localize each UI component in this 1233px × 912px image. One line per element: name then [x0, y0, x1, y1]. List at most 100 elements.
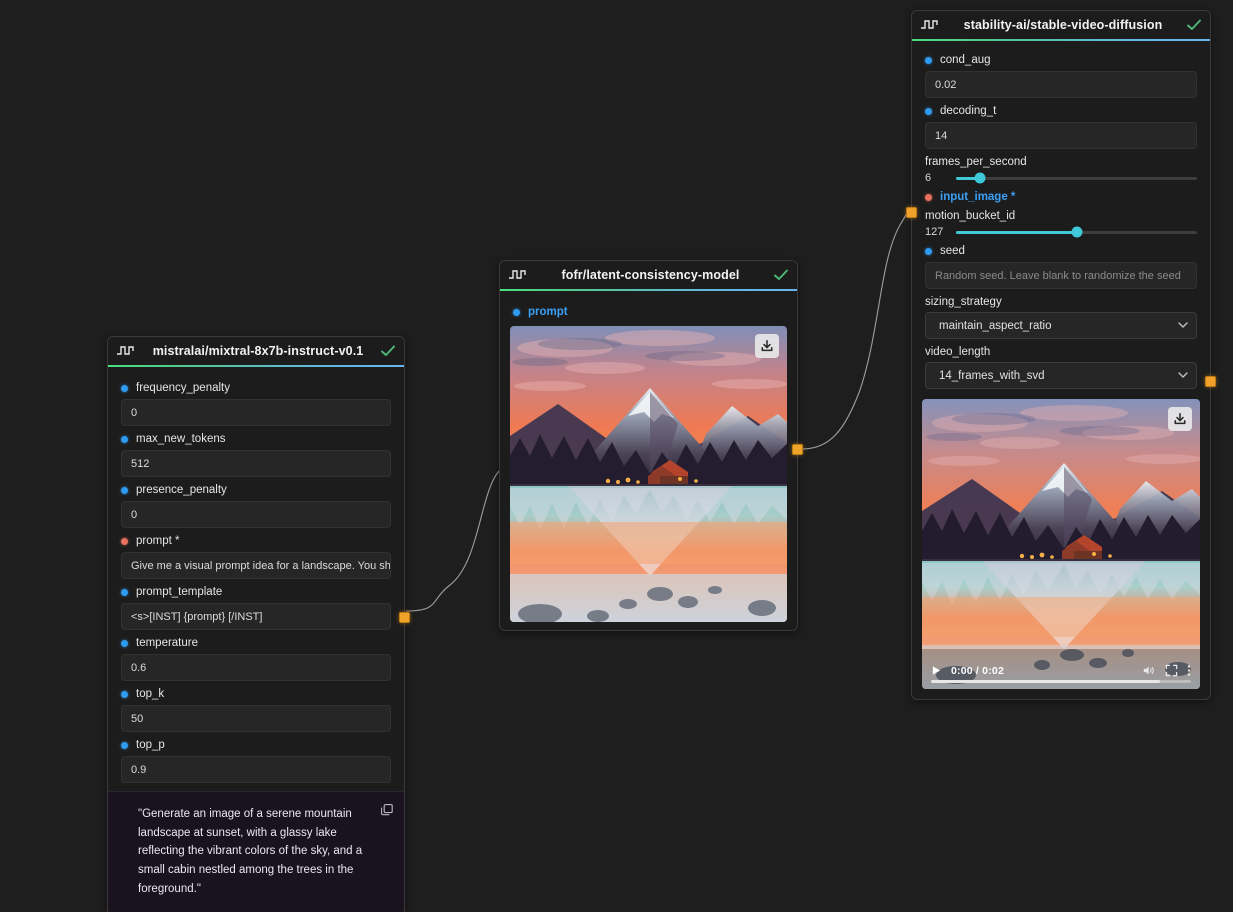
node-header-svd[interactable]: stability-ai/stable-video-diffusion [912, 11, 1210, 39]
node-title-mistralai: mistralai/mixtral-8x7b-instruct-v0.1 [152, 344, 364, 358]
video-progress-fill [931, 680, 1160, 683]
port-dot-icon[interactable] [121, 741, 128, 749]
port-dot-icon[interactable] [513, 308, 520, 316]
field-label-text: video_length [925, 346, 991, 358]
field-label: frequency_penalty [121, 382, 391, 394]
select-value: 14_frames_with_svd [939, 369, 1045, 382]
field-label-text: prompt [528, 306, 568, 318]
video-progress-bar[interactable] [931, 680, 1191, 683]
play-icon[interactable] [931, 665, 942, 676]
input-value: 0.6 [131, 661, 147, 674]
field-label: max_new_tokens [121, 433, 391, 445]
output-image-container[interactable] [510, 326, 787, 622]
port-dot-icon[interactable] [121, 486, 128, 494]
port-dot-icon[interactable] [121, 435, 128, 443]
field-label-text: frequency_penalty [136, 382, 230, 394]
port-dot-icon[interactable] [121, 639, 128, 647]
volume-icon[interactable] [1142, 664, 1156, 677]
field-label: prompt [513, 306, 784, 318]
node-title-latent: fofr/latent-consistency-model [561, 268, 740, 282]
input-value: 0.9 [131, 763, 147, 776]
port-dot-icon[interactable] [925, 56, 932, 64]
node-output-text: "Generate an image of a serene mountain … [108, 791, 404, 912]
field-top-p: top_p 0.9 [108, 739, 404, 783]
input-value: 0.02 [935, 78, 957, 91]
port-dot-icon[interactable] [925, 247, 932, 255]
field-label: top_k [121, 688, 391, 700]
input-placeholder: Random seed. Leave blank to randomize th… [935, 269, 1181, 282]
input-presence-penalty[interactable]: 0 [121, 501, 391, 528]
field-frequency-penalty: frequency_penalty 0 [108, 382, 404, 426]
field-presence-penalty: presence_penalty 0 [108, 484, 404, 528]
select-video-length[interactable]: 14_frames_with_svd [925, 362, 1197, 389]
slider-fill [956, 230, 1077, 234]
input-value: 14 [935, 129, 948, 142]
node-mistralai[interactable]: mistralai/mixtral-8x7b-instruct-v0.1 fre… [107, 336, 410, 912]
node-header-mistralai[interactable]: mistralai/mixtral-8x7b-instruct-v0.1 [108, 337, 404, 365]
slider-thumb[interactable] [1071, 226, 1082, 238]
input-value: 0 [131, 508, 138, 521]
output-port-mistralai[interactable] [399, 612, 410, 623]
port-dot-icon[interactable] [925, 193, 932, 201]
input-cond-aug[interactable]: 0.02 [925, 71, 1197, 98]
input-value: 0 [131, 406, 138, 419]
check-icon [773, 268, 789, 282]
input-port-svd-input-image[interactable] [906, 207, 917, 218]
field-label-text: seed [940, 245, 965, 257]
input-seed[interactable]: Random seed. Leave blank to randomize th… [925, 262, 1197, 289]
check-icon [1186, 18, 1202, 32]
copy-icon[interactable] [380, 803, 394, 817]
field-label: frames_per_second [925, 156, 1197, 168]
slider-frames-per-second[interactable]: 6 [925, 172, 1197, 184]
input-top-p[interactable]: 0.9 [121, 756, 391, 783]
input-frequency-penalty[interactable]: 0 [121, 399, 391, 426]
field-frames-per-second: frames_per_second 6 [912, 156, 1210, 184]
input-decoding-t[interactable]: 14 [925, 122, 1197, 149]
video-controls[interactable]: 0:00 / 0:02 [922, 653, 1200, 689]
field-label: top_p [121, 739, 391, 751]
select-value: maintain_aspect_ratio [939, 319, 1052, 332]
output-text-value: "Generate an image of a serene mountain … [138, 808, 363, 895]
slider-track[interactable] [956, 226, 1197, 238]
input-prompt-template[interactable]: <s>[INST] {prompt} [/INST] [121, 603, 391, 630]
input-max-new-tokens[interactable]: 512 [121, 450, 391, 477]
field-label: motion_bucket_id [925, 210, 1197, 222]
output-port-latent[interactable] [792, 444, 803, 455]
node-title-svd: stability-ai/stable-video-diffusion [963, 18, 1163, 32]
port-dot-icon[interactable] [121, 384, 128, 392]
chevron-down-icon [1178, 371, 1188, 380]
input-top-k[interactable]: 50 [121, 705, 391, 732]
port-dot-icon[interactable] [121, 537, 128, 545]
node-latent-consistency-model[interactable]: fofr/latent-consistency-model prompt [499, 260, 803, 631]
port-dot-icon[interactable] [121, 588, 128, 596]
generated-landscape-image [510, 326, 787, 622]
field-label: decoding_t [925, 105, 1197, 117]
field-decoding-t: decoding_t 14 [912, 105, 1210, 149]
port-dot-icon[interactable] [925, 107, 932, 115]
slider-motion-bucket-id[interactable]: 127 [925, 226, 1197, 238]
output-port-svd[interactable] [1205, 376, 1216, 387]
node-header-latent[interactable]: fofr/latent-consistency-model [500, 261, 797, 289]
slider-thumb[interactable] [974, 172, 986, 184]
field-seed: seed Random seed. Leave blank to randomi… [912, 245, 1210, 289]
slider-track[interactable] [956, 172, 1197, 184]
field-prompt: prompt * Give me a visual prompt idea fo… [108, 535, 404, 579]
input-prompt[interactable]: Give me a visual prompt idea for a lands… [121, 552, 391, 579]
field-label-text: sizing_strategy [925, 296, 1002, 308]
port-dot-icon[interactable] [121, 690, 128, 698]
select-sizing-strategy[interactable]: maintain_aspect_ratio [925, 312, 1197, 339]
fullscreen-icon[interactable] [1165, 664, 1178, 677]
workflow-canvas[interactable]: mistralai/mixtral-8x7b-instruct-v0.1 fre… [0, 0, 1233, 912]
pulse-wave-icon [920, 18, 940, 32]
input-temperature[interactable]: 0.6 [121, 654, 391, 681]
node-stable-video-diffusion[interactable]: stability-ai/stable-video-diffusion cond… [906, 10, 1216, 700]
output-video-container[interactable]: 0:00 / 0:02 [922, 399, 1200, 689]
field-label-text: top_p [136, 739, 165, 751]
more-options-icon[interactable] [1187, 664, 1191, 677]
generated-video-frame [922, 399, 1200, 689]
download-icon[interactable] [755, 334, 779, 358]
field-label-text: presence_penalty [136, 484, 227, 496]
field-input-image: input_image * [912, 191, 1210, 203]
field-label: prompt * [121, 535, 391, 547]
download-icon[interactable] [1168, 407, 1192, 431]
